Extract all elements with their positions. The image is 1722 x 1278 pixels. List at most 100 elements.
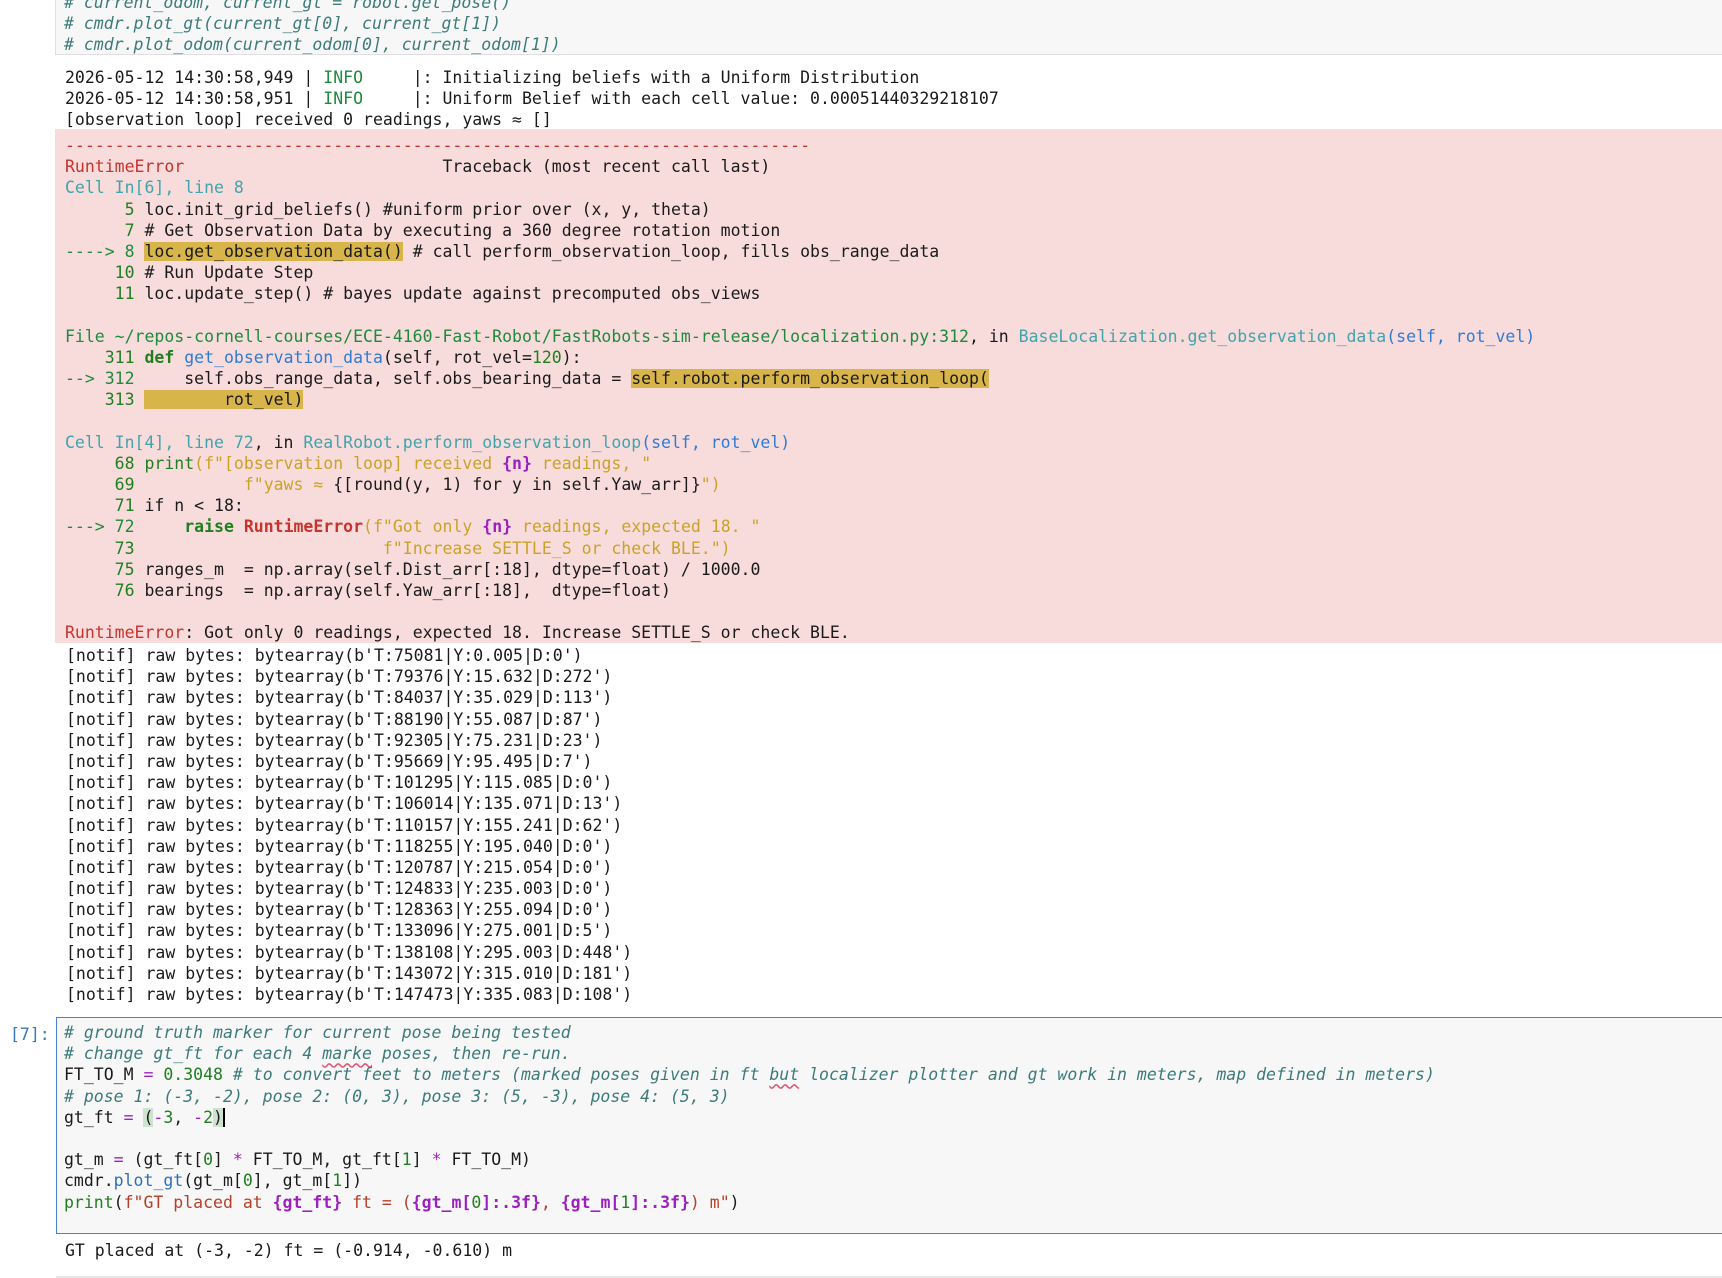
punctuation: , (173, 1107, 194, 1127)
arrow-marker: ----> 8 (65, 241, 145, 261)
traceback-header: RuntimeError Traceback (most recent call… (65, 156, 1535, 177)
operator: = (143, 1065, 154, 1085)
line-number: 11 (65, 284, 145, 304)
fstring-var: {n} (502, 453, 532, 473)
traceback-code-line: 76 bearings = np.array(self.Yaw_arr[:18]… (65, 580, 1535, 601)
traceback-code-line: 5 loc.init_grid_beliefs() #uniform prior… (65, 199, 1535, 220)
cell-location: Cell In[4], line 72 (65, 432, 254, 452)
builtin-name: print (64, 1192, 114, 1212)
operator: = (123, 1107, 134, 1127)
code-text: ]) (342, 1171, 363, 1191)
code-cell-commented[interactable]: # current_odom, current_gt = robot.get_p… (55, 0, 1722, 55)
function-name: RealRobot.perform_observation_loop (303, 432, 642, 452)
line-number: 71 (65, 496, 145, 516)
traceback-code-line-current: ----> 8 loc.get_observation_data() # cal… (65, 241, 1535, 262)
comment-text: # change gt_ft for each 4 (64, 1044, 323, 1064)
highlighted-call: rot_vel) (144, 390, 304, 410)
list-item: [notif] raw bytes: bytearray(b'T:143072|… (66, 963, 633, 983)
code-text: ] (411, 1150, 432, 1170)
list-item: [notif] raw bytes: bytearray(b'T:106014|… (66, 794, 623, 814)
number-literal: 0.3048 (153, 1065, 223, 1085)
code-line: FT_TO_M = 0.3048 # to convert feet to me… (64, 1064, 1435, 1085)
number-literal: 1 (401, 1150, 412, 1170)
traceback-code-line: 68 print(f"[observation loop] received {… (65, 453, 1535, 474)
comment-text: poses, then re-run. (371, 1044, 571, 1064)
highlighted-call: loc.get_observation_data() (144, 241, 403, 261)
code-line: print(f"GT placed at {gt_ft} ft = ({gt_m… (64, 1192, 1435, 1213)
log-line: 2026-05-12 14:30:58,949 | INFO |: Initia… (65, 67, 999, 88)
code-text: bearings = np.array(self.Yaw_arr[:18], d… (144, 580, 671, 600)
fstring-var: ] (630, 1192, 641, 1212)
code-text: # Get Observation Data by executing a 36… (144, 220, 781, 240)
code-text: loc.init_grid_beliefs() #uniform prior o… (144, 199, 711, 219)
comment-text: localizer plotter and gt work in meters,… (799, 1065, 1435, 1085)
code-text: ] (213, 1150, 233, 1170)
traceback-code-line: 69 f"yaws ≈ {[round(y, 1) for y in self.… (65, 474, 1535, 495)
comment-text: # to convert feet to meters (marked pose… (222, 1065, 770, 1085)
code-text: loc.update_step() # bayes update against… (144, 284, 761, 304)
spellcheck-word[interactable]: but (769, 1065, 799, 1084)
log-timestamp: 2026-05-12 14:30:58,951 | (65, 89, 324, 109)
exception-name: RuntimeError (243, 517, 364, 537)
list-item: [notif] raw bytes: bytearray(b'T:124833|… (66, 879, 613, 899)
log-line: [observation loop] received 0 readings, … (65, 110, 552, 130)
traceback-code-line: 11 loc.update_step() # bayes update agai… (65, 283, 1535, 304)
code-text: # Run Update Step (144, 263, 314, 283)
function-name: BaseLocalization.get_observation_data (1018, 326, 1387, 346)
code-editor[interactable]: # ground truth marker for current pose b… (64, 1022, 1435, 1213)
log-level: INFO (323, 68, 364, 87)
error-message: RuntimeError: Got only 0 readings, expec… (65, 622, 1535, 643)
line-number: 311 (65, 347, 145, 367)
traceback-code-line: 75 ranges_m = np.array(self.Dist_arr[:18… (65, 559, 1535, 580)
list-item: [notif] raw bytes: bytearray(b'T:128363|… (66, 900, 613, 920)
code-text: ranges_m = np.array(self.Dist_arr[:18], … (144, 559, 761, 579)
function-args: (self, rot_vel) (1386, 326, 1536, 346)
code-cell-active[interactable]: # ground truth marker for current pose b… (56, 1017, 1722, 1234)
traceback-code-line: 313 rot_vel) (65, 389, 1535, 410)
traceback-file-location[interactable]: File ~/repos-cornell-courses/ECE-4160-Fa… (65, 326, 1535, 347)
code-line: cmdr.plot_gt(gt_m[0], gt_m[1]) (64, 1170, 1435, 1191)
arrow-marker: ---> 72 (65, 517, 145, 537)
operator: = (113, 1150, 124, 1170)
string-literal: f"Increase SETTLE_S or check BLE.") (144, 538, 731, 558)
log-level: INFO (323, 89, 364, 109)
list-item: [notif] raw bytes: bytearray(b'T:92305|Y… (66, 730, 603, 750)
code-text: if n < 18: (144, 496, 244, 516)
log-message: |: Uniform Belief with each cell value: … (363, 89, 999, 109)
list-item: [notif] raw bytes: bytearray(b'T:147473|… (66, 985, 633, 1004)
traceback-code-line-current: ---> 72 raise RuntimeError(f"Got only {n… (65, 516, 1535, 537)
fstring-var: ] (481, 1192, 492, 1212)
separator-text: , in (253, 432, 304, 452)
traceback-code-line-current: --> 312 self.obs_range_data, self.obs_be… (65, 368, 1535, 389)
error-text: : Got only 0 readings, expected 18. Incr… (184, 623, 850, 643)
spellcheck-word[interactable]: marke (322, 1044, 372, 1063)
file-link[interactable]: File ~/repos-cornell-courses/ECE-4160-Fa… (65, 327, 969, 346)
code-line: # ground truth marker for current pose b… (64, 1023, 571, 1042)
list-item: [notif] raw bytes: bytearray(b'T:95669|Y… (66, 751, 593, 771)
separator-text: , in (968, 326, 1019, 346)
format-spec: :.3f} (491, 1192, 541, 1212)
list-item: [notif] raw bytes: bytearray(b'T:75081|Y… (66, 646, 583, 665)
string-literal: ft = ( (342, 1192, 412, 1212)
line-number: 68 (65, 453, 145, 473)
code-line: # pose 1: (-3, -2), pose 2: (0, 3), pose… (64, 1086, 730, 1106)
log-line: 2026-05-12 14:30:58,951 | INFO |: Unifor… (65, 88, 999, 109)
log-timestamp: 2026-05-12 14:30:58,949 | (65, 68, 324, 87)
keyword: raise (144, 517, 244, 537)
code-text: (gt_m[ (183, 1171, 243, 1191)
number-literal: 1 (620, 1192, 631, 1212)
list-item: [notif] raw bytes: bytearray(b'T:120787|… (66, 857, 613, 877)
traceback-code-line: 311 def get_observation_data(self, rot_v… (65, 347, 1535, 368)
variable: gt_ft (64, 1107, 124, 1127)
traceback-location: Cell In[4], line 72, in RealRobot.perfor… (65, 432, 1535, 453)
code-text: FT_TO_M) (441, 1150, 531, 1170)
variable: gt_m (64, 1150, 114, 1170)
matched-bracket: ) (213, 1107, 225, 1127)
traceback-location: Cell In[6], line 8 (65, 178, 244, 198)
line-number: 5 (65, 199, 145, 219)
matched-bracket: ( (143, 1107, 154, 1127)
string-literal: ) m" (689, 1192, 730, 1212)
